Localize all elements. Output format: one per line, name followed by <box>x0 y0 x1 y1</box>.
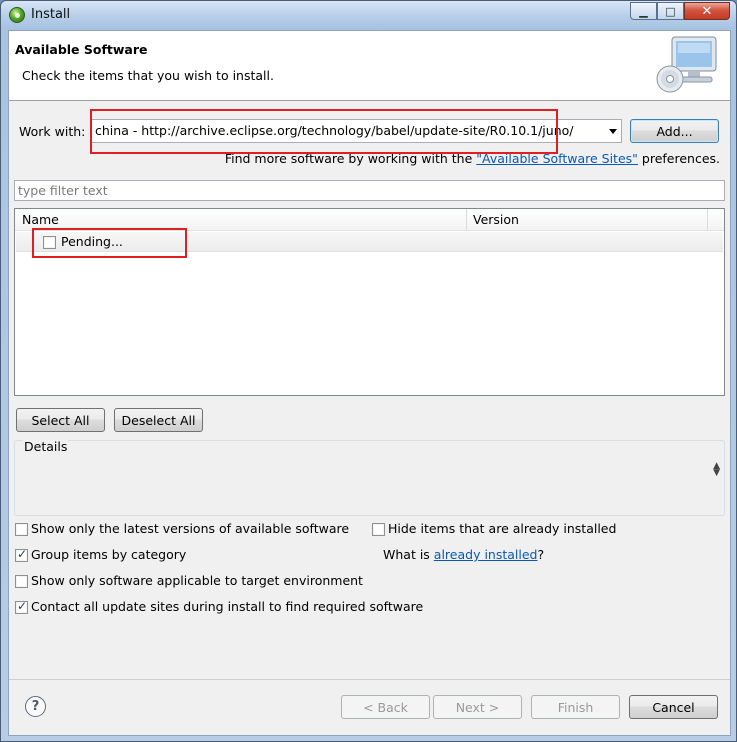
column-divider[interactable] <box>707 209 708 231</box>
column-name[interactable]: Name <box>22 212 59 227</box>
minimize-button[interactable]: ▁ <box>630 2 657 20</box>
what-is-prefix: What is <box>383 547 430 562</box>
back-button[interactable]: < Back <box>341 695 430 719</box>
latest-versions-label: Show only the latest versions of availab… <box>31 521 350 536</box>
group-by-category-label: Group items by category <box>31 547 187 562</box>
window-controls: ▁ □ ✕ <box>630 2 730 20</box>
what-is-installed-text: What is already installed? <box>383 547 544 562</box>
details-group: Details ▲ ▼ <box>14 439 725 516</box>
applicable-target-label: Show only software applicable to target … <box>31 573 363 588</box>
details-scroll-arrows-icon[interactable]: ▲ ▼ <box>713 462 720 478</box>
install-dialog: Install ▁ □ ✕ Available Software Check t… <box>0 0 737 742</box>
contact-sites-checkbox[interactable] <box>15 599 28 614</box>
latest-versions-checkbox[interactable] <box>15 523 28 536</box>
page-description: Check the items that you wish to install… <box>22 68 274 83</box>
help-icon[interactable]: ? <box>25 696 46 717</box>
contact-sites-label: Contact all update sites during install … <box>31 599 424 614</box>
cancel-button[interactable]: Cancel <box>629 695 718 719</box>
hide-installed-checkbox[interactable] <box>372 523 385 536</box>
applicable-target-checkbox[interactable] <box>15 575 28 588</box>
title-bar[interactable]: Install ▁ □ ✕ <box>1 1 736 29</box>
group-by-category-checkbox[interactable] <box>15 547 28 562</box>
column-divider[interactable] <box>466 209 467 231</box>
details-label: Details <box>23 439 69 454</box>
work-with-label: Work with: <box>19 124 86 139</box>
footer-divider <box>9 679 730 680</box>
dropdown-arrow-icon[interactable] <box>609 129 617 134</box>
add-button[interactable]: Add... <box>630 119 719 143</box>
already-installed-link[interactable]: already installed <box>434 547 538 562</box>
select-all-button[interactable]: Select All <box>16 408 105 432</box>
maximize-button[interactable]: □ <box>657 2 684 20</box>
computer-cd-icon <box>656 36 717 93</box>
hide-installed-label: Hide items that are already installed <box>388 521 617 536</box>
what-is-suffix: ? <box>537 547 545 562</box>
column-version[interactable]: Version <box>473 212 519 227</box>
details-text-area[interactable] <box>16 459 723 514</box>
wizard-header: Available Software Check the items that … <box>9 31 730 101</box>
find-more-suffix: preferences. <box>641 151 720 166</box>
next-button[interactable]: Next > <box>433 695 522 719</box>
window-title: Install <box>31 7 71 22</box>
work-with-highlight-box <box>90 109 558 154</box>
deselect-all-button[interactable]: Deselect All <box>114 408 203 432</box>
pending-highlight-box <box>32 228 187 258</box>
page-title: Available Software <box>15 42 148 57</box>
finish-button[interactable]: Finish <box>531 695 620 719</box>
eclipse-app-icon <box>9 7 25 23</box>
filter-input[interactable]: type filter text <box>14 180 725 201</box>
close-button[interactable]: ✕ <box>684 2 730 20</box>
